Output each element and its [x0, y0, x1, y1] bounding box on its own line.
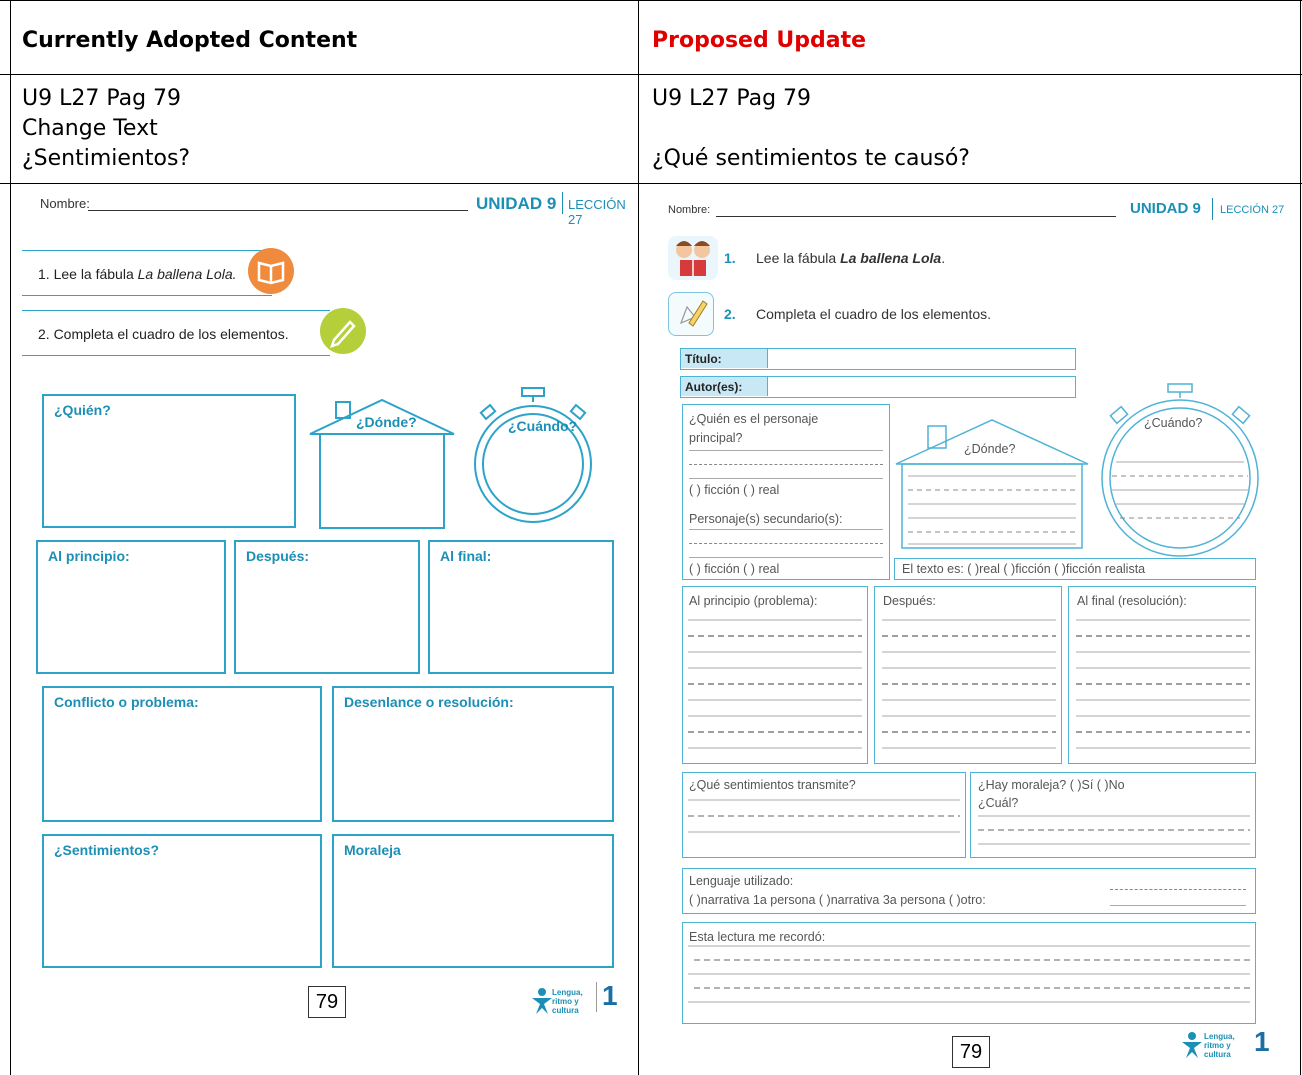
current-worksheet: Nombre: UNIDAD 9 LECCIÓN 27 1. Lee la fá…: [12, 186, 636, 1075]
donde-label: ¿Dónde?: [356, 414, 417, 430]
nombre-line: [88, 210, 468, 211]
al-final-box: Al final:: [428, 540, 614, 674]
al-principio-box: Al principio:: [36, 540, 226, 674]
proposed-text-cell: U9 L27 Pag 79 ¿Qué sentimientos te causó…: [652, 84, 970, 174]
unidad-label: UNIDAD 9: [1130, 200, 1201, 217]
leccion-label: LECCIÓN 27: [568, 197, 626, 227]
logo-divider: [596, 982, 597, 1012]
publisher-logo: Lengua, ritmo y cultura: [1180, 1030, 1250, 1060]
answer-line: [689, 557, 883, 558]
proposed-new-text: ¿Qué sentimientos te causó?: [652, 146, 970, 171]
current-old-text: ¿Sentimientos?: [22, 146, 191, 171]
nombre-line: [716, 216, 1116, 217]
publisher-logo: Lengua, ritmo y cultura: [530, 986, 592, 1016]
sentimientos-label: ¿Sentimientos?: [54, 842, 160, 858]
table-border-row2: [0, 183, 1302, 184]
unidad-label: UNIDAD 9: [476, 194, 557, 213]
donde-label: ¿Dónde?: [964, 442, 1016, 456]
header-current: Currently Adopted Content: [22, 28, 358, 53]
proposed-page-ref: U9 L27 Pag 79: [652, 86, 812, 111]
logo-number: 1: [1254, 1026, 1270, 1057]
page-number: 79: [952, 1036, 990, 1068]
writing-lines: [688, 799, 1250, 845]
conflicto-box: Conflicto o problema:: [42, 686, 322, 822]
answer-line: [689, 450, 883, 451]
conflicto-label: Conflicto o problema:: [54, 694, 199, 710]
unidad-divider: [1212, 198, 1213, 220]
book-icon: [248, 248, 294, 294]
al-principio-label: Al principio:: [48, 548, 130, 564]
ficcion-real-options: ( ) ficción ( ) real: [689, 483, 780, 497]
step1-text: 1. Lee la fábula La ballena Lola.: [38, 266, 237, 282]
despues-label: Después:: [246, 548, 310, 564]
current-change-label: Change Text: [22, 116, 158, 141]
answer-line: [689, 529, 883, 530]
autores-field: Autor(es):: [680, 376, 1076, 398]
logo-text: Lengua, ritmo y cultura: [552, 988, 583, 1015]
house-icon: [895, 419, 1089, 549]
cuando-label: ¿Cuándo?: [508, 418, 578, 434]
answer-line: [689, 478, 883, 479]
al-final-label: Al final:: [440, 548, 492, 564]
step2-text: Completa el cuadro de los elementos.: [756, 306, 992, 322]
desenlace-label: Desenlance o resolución:: [344, 694, 514, 710]
table-border-middle: [638, 0, 639, 1075]
clock-icon: [474, 387, 592, 523]
step1-number: 1.: [724, 250, 736, 266]
leccion-label: LECCIÓN 27: [1220, 204, 1285, 216]
header-proposed: Proposed Update: [652, 28, 867, 53]
logo-text: Lengua, ritmo y cultura: [1204, 1032, 1235, 1059]
table-border-header: [0, 74, 1302, 75]
ficcion-real-options-2: ( ) ficción ( ) real: [689, 562, 780, 576]
star-figure-icon: [1182, 1032, 1202, 1058]
pencil-paper-icon: [668, 292, 714, 336]
logo-number: 1: [602, 980, 618, 1011]
quien-box: ¿Quién?: [42, 394, 296, 528]
secundarios-label: Personaje(s) secundario(s):: [689, 512, 843, 526]
step2-text: 2. Completa el cuadro de los elementos.: [38, 326, 289, 342]
current-page-ref: U9 L27 Pag 79: [22, 86, 182, 111]
lenguaje-label: Lenguaje utilizado:: [689, 874, 794, 888]
answer-line: [1110, 905, 1246, 906]
quien-label-1: ¿Quién es el personaje: [689, 412, 819, 426]
autores-label: Autor(es):: [685, 380, 743, 394]
answer-line: [689, 464, 883, 465]
answer-line: [689, 543, 883, 544]
kids-reading-icon: [668, 236, 718, 280]
answer-line: [1110, 889, 1246, 890]
step2-number: 2.: [724, 306, 736, 322]
current-text-cell: U9 L27 Pag 79 Change Text ¿Sentimientos?: [22, 84, 190, 174]
writing-lines: [688, 619, 1250, 749]
pencil-icon: [320, 308, 366, 354]
clock-icon: [1101, 383, 1259, 557]
nombre-label: Nombre:: [668, 204, 711, 216]
table-border-top: [0, 0, 1302, 1]
unidad-divider: [562, 192, 563, 214]
cuando-label: ¿Cuándo?: [1144, 416, 1203, 430]
moraleja-box: Moraleja: [332, 834, 614, 968]
quien-label: ¿Quién?: [54, 402, 111, 418]
titulo-label: Título:: [685, 352, 722, 366]
sentimientos-box: ¿Sentimientos?: [42, 834, 322, 968]
quien-label-2: principal?: [689, 431, 743, 445]
titulo-field: Título:: [680, 348, 1076, 370]
star-figure-icon: [532, 988, 552, 1014]
comparison-table: Currently Adopted Content Proposed Updat…: [0, 0, 1302, 1075]
lenguaje-options: ( )narrativa 1a persona ( )narrativa 3a …: [689, 893, 986, 907]
step1-text: Lee la fábula La ballena Lola.: [756, 250, 946, 266]
moraleja-label: Moraleja: [344, 842, 401, 858]
table-border-left: [10, 0, 11, 1075]
nombre-label: Nombre:: [40, 196, 90, 211]
texto-es-options: El texto es: ( )real ( )ficción ( )ficci…: [902, 562, 1146, 576]
page-number: 79: [308, 986, 346, 1018]
writing-lines: [688, 945, 1250, 1003]
table-border-right: [1300, 0, 1301, 1075]
desenlace-box: Desenlance o resolución:: [332, 686, 614, 822]
despues-box: Después:: [234, 540, 420, 674]
proposed-worksheet: Nombre: UNIDAD 9 LECCIÓN 27 1. Lee la fá…: [640, 186, 1300, 1075]
